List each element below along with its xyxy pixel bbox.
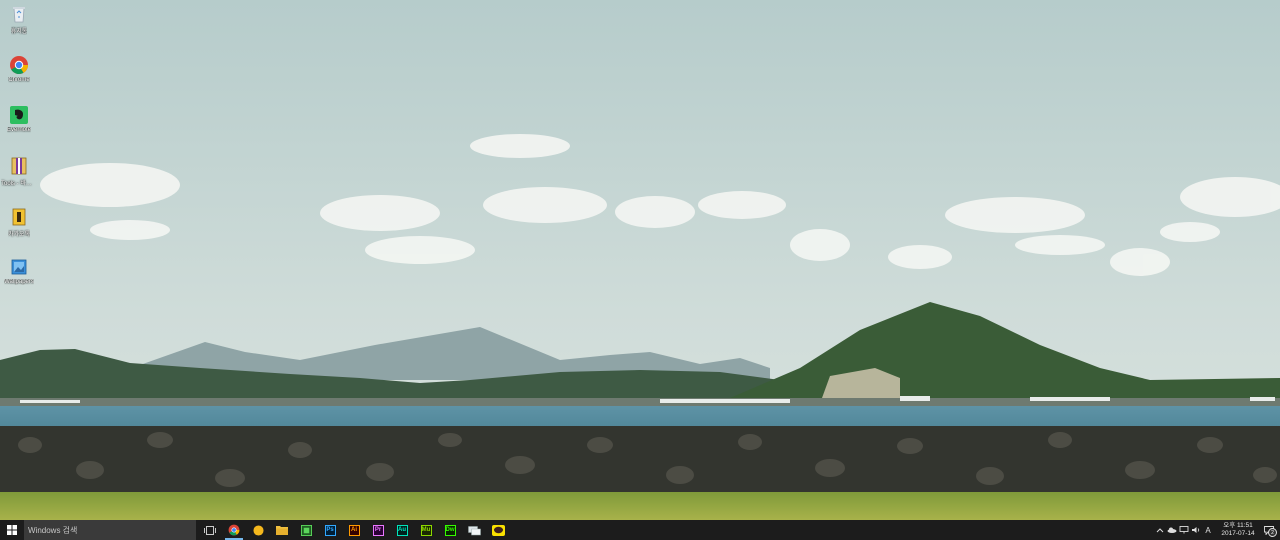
taskbar-app-yellow[interactable] (246, 520, 270, 540)
taskbar-app-messenger[interactable] (462, 520, 486, 540)
input-method-button[interactable]: A (1202, 520, 1214, 540)
desktop-icon-label: Evernote (6, 127, 31, 133)
task-view-button[interactable] (198, 520, 222, 540)
volume-button[interactable] (1190, 520, 1202, 540)
taskbar-app-muse[interactable]: Mu (414, 520, 438, 540)
taskbar-app-illustrator[interactable]: Ai (342, 520, 366, 540)
file-icon (9, 207, 29, 227)
start-button[interactable] (0, 520, 24, 540)
archive-icon (9, 156, 29, 176)
taskbar-app-file-explorer[interactable] (270, 520, 294, 540)
action-center-button[interactable]: 2 (1258, 520, 1280, 540)
desktop-icon-wallpapers[interactable]: Wallpapers (2, 257, 36, 285)
cloud-icon (1167, 527, 1177, 533)
network-icon (1179, 526, 1189, 534)
show-hidden-icons-button[interactable] (1154, 520, 1166, 540)
taskbar-app-kakaotalk[interactable] (486, 520, 510, 540)
desktop-icon-label: Chrome (8, 77, 30, 83)
taskbar: Windows 검색 Ps Ai Pr Au Mu Dw A 오후 11:51 … (0, 520, 1280, 540)
taskbar-app-premiere[interactable]: Pr (366, 520, 390, 540)
network-button[interactable] (1178, 520, 1190, 540)
kakaotalk-icon (491, 524, 505, 536)
illustrator-icon: Ai (348, 524, 360, 536)
windows-logo-icon (7, 525, 17, 535)
muse-icon: Mu (420, 524, 432, 536)
yellow-circle-icon (252, 524, 264, 536)
taskbar-search-box[interactable]: Windows 검색 (24, 520, 196, 540)
taskbar-app-chrome[interactable] (222, 520, 246, 540)
clock-date: 2017-07-14 (1221, 530, 1255, 537)
desktop-icon-evernote[interactable]: Evernote (2, 105, 36, 133)
chat-icon (467, 525, 481, 535)
taskbar-app-photoshop[interactable]: Ps (318, 520, 342, 540)
desktop-icon-tools-shortcut[interactable]: Tools - 바로 가기 (1, 156, 37, 187)
notification-count-badge: 2 (1268, 528, 1277, 537)
desktop-icon-label: 카카오톡 (7, 232, 31, 238)
taskbar-app-list: Ps Ai Pr Au Mu Dw (222, 520, 510, 540)
tray-cloud-button[interactable] (1166, 520, 1178, 540)
taskbar-app-green[interactable] (294, 520, 318, 540)
clock-time: 오후 11:51 (1223, 522, 1253, 529)
recycle-bin-icon (9, 4, 29, 24)
photoshop-icon: Ps (324, 524, 336, 536)
system-tray: A 오후 11:51 2017-07-14 2 (1154, 520, 1280, 540)
chevron-up-icon (1156, 527, 1164, 532)
desktop-icon-label: 휴지통 (10, 29, 28, 35)
desktop-icon-chrome[interactable]: Chrome (2, 55, 36, 83)
task-view-icon (204, 525, 216, 535)
dreamweaver-icon: Dw (444, 524, 456, 536)
chrome-icon (9, 55, 29, 75)
taskbar-app-audition[interactable]: Au (390, 520, 414, 540)
speaker-icon (1192, 527, 1200, 533)
green-square-icon (300, 524, 312, 536)
desktop-icon-recycle-bin[interactable]: 휴지통 (2, 4, 36, 35)
desktop-wallpaper (0, 0, 1280, 520)
desktop-icon-label: Tools - 바로 가기 (1, 181, 37, 187)
evernote-icon (9, 105, 29, 125)
premiere-icon: Pr (372, 524, 384, 536)
search-placeholder: Windows 검색 (28, 525, 78, 535)
chrome-icon (228, 524, 240, 536)
folder-icon (276, 526, 288, 535)
audition-icon: Au (396, 524, 408, 536)
wallpapers-icon (9, 257, 29, 277)
desktop-icon-label: Wallpapers (4, 279, 34, 285)
desktop-icon-kakaotalk[interactable]: 카카오톡 (2, 207, 36, 238)
taskbar-app-dreamweaver[interactable]: Dw (438, 520, 462, 540)
taskbar-clock[interactable]: 오후 11:51 2017-07-14 (1218, 522, 1258, 538)
